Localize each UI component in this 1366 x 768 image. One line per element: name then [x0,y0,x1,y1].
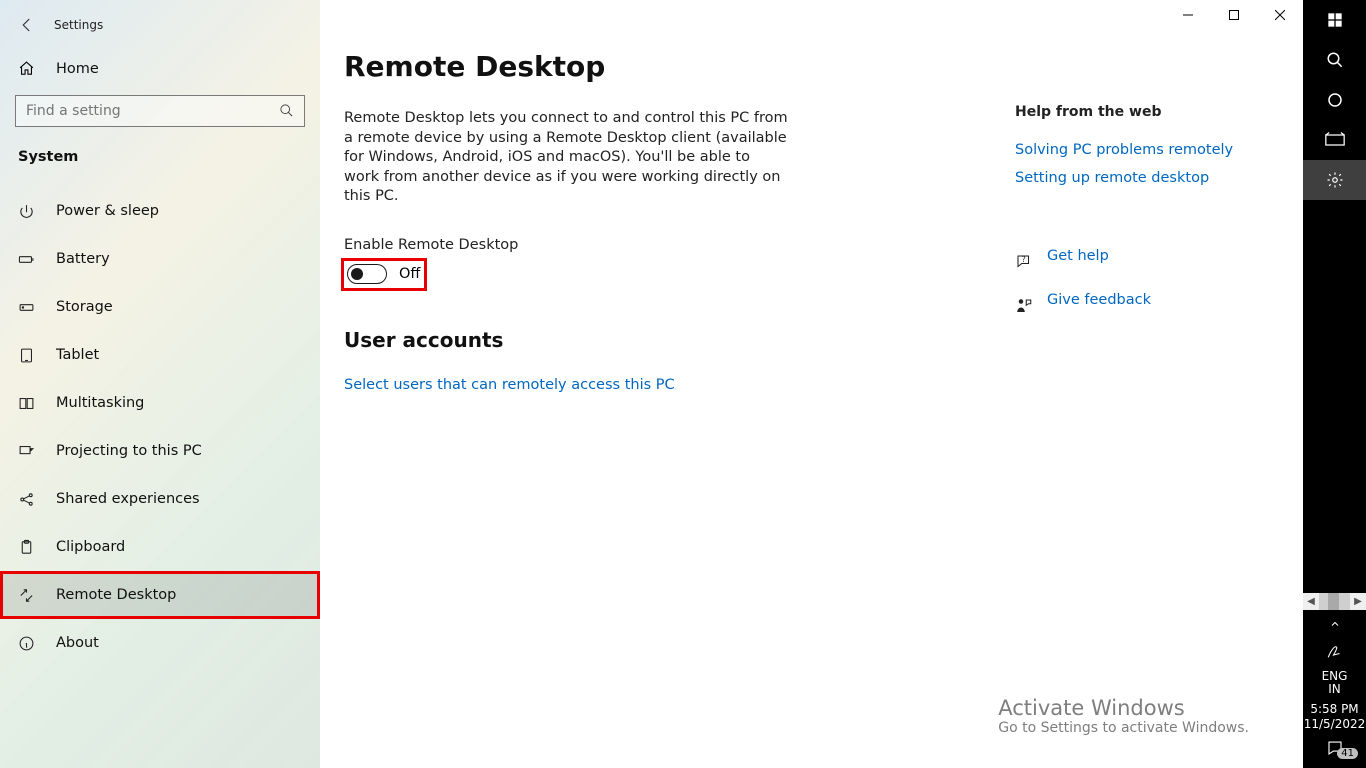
tray-language[interactable]: ENG IN [1303,666,1366,700]
sidebar-nav: Power & sleep Battery Storage Tablet Mul… [0,187,320,667]
storage-icon [18,299,35,316]
enable-toggle-highlight: Off [344,261,424,288]
search-button[interactable] [1303,40,1366,80]
sidebar: Settings Home System Power & sleep Batte… [0,0,320,768]
tablet-icon [18,347,35,364]
scroll-track[interactable] [1319,593,1350,610]
sidebar-item-multitasking[interactable]: Multitasking [0,379,320,427]
multitasking-icon [18,395,35,412]
get-help-icon: ? [1015,253,1033,271]
sidebar-item-label: Battery [56,251,110,267]
scroll-right-icon[interactable]: ▶ [1350,596,1366,607]
help-link-setup[interactable]: Setting up remote desktop [1015,170,1255,186]
window-title: Settings [54,18,103,32]
sidebar-item-tablet[interactable]: Tablet [0,331,320,379]
home-icon [18,60,35,77]
sidebar-item-label: About [56,635,99,651]
minimize-button[interactable] [1165,0,1211,30]
settings-window: Settings Home System Power & sleep Batte… [0,0,1303,768]
sidebar-item-label: Remote Desktop [56,587,176,603]
tray-input-indicator[interactable] [1303,638,1366,666]
sidebar-item-label: Storage [56,299,113,315]
tray-lang-bottom: IN [1303,683,1366,696]
sidebar-category: System [0,149,320,187]
sidebar-item-label: Projecting to this PC [56,443,202,459]
sidebar-item-shared[interactable]: Shared experiences [0,475,320,523]
select-users-link[interactable]: Select users that can remotely access th… [344,377,675,393]
tray-overflow-button[interactable] [1303,610,1366,638]
enable-toggle[interactable] [347,264,387,284]
tray-date: 11/5/2022 [1303,717,1366,732]
start-button[interactable] [1303,0,1366,40]
tray-lang-top: ENG [1303,670,1366,683]
help-heading: Help from the web [1015,104,1255,120]
battery-icon [18,251,35,268]
scroll-left-icon[interactable]: ◀ [1303,596,1319,607]
tray-time: 5:58 PM [1303,702,1366,717]
taskbar: ◀ ▶ ENG IN 5:58 PM 11/5/2022 41 [1303,0,1366,768]
get-help-link[interactable]: Get help [1047,248,1109,264]
notif-badge: 41 [1337,748,1358,759]
maximize-button[interactable] [1211,0,1257,30]
feedback-icon [1015,297,1033,315]
projecting-icon [18,443,35,460]
page-title: Remote Desktop [344,50,1279,83]
tray-notifications[interactable]: 41 [1303,734,1366,762]
main-panel: Remote Desktop Remote Desktop lets you c… [320,0,1303,768]
sidebar-item-battery[interactable]: Battery [0,235,320,283]
shared-icon [18,491,35,508]
cortana-button[interactable] [1303,80,1366,120]
give-feedback-link[interactable]: Give feedback [1047,292,1151,308]
toggle-state-label: Off [399,266,420,282]
scroll-thumb[interactable] [1328,593,1339,610]
sidebar-item-remote-desktop[interactable]: Remote Desktop [0,571,320,619]
sidebar-item-label: Clipboard [56,539,125,555]
sidebar-item-label: Multitasking [56,395,144,411]
search-icon [279,103,294,118]
watermark-title: Activate Windows [998,696,1249,720]
sidebar-home-label: Home [56,61,99,77]
remote-desktop-icon [18,587,35,604]
search-input[interactable] [15,95,305,127]
tray-clock[interactable]: 5:58 PM 11/5/2022 [1303,700,1366,734]
sidebar-home[interactable]: Home [0,42,320,95]
close-button[interactable] [1257,0,1303,30]
sidebar-item-label: Tablet [56,347,99,363]
info-icon [18,635,35,652]
task-view-button[interactable] [1303,120,1366,160]
clipboard-icon [18,539,35,556]
activate-windows-watermark: Activate Windows Go to Settings to activ… [998,696,1249,736]
help-link-solving[interactable]: Solving PC problems remotely [1015,142,1255,158]
sidebar-item-about[interactable]: About [0,619,320,667]
sidebar-item-label: Power & sleep [56,203,159,219]
sidebar-item-projecting[interactable]: Projecting to this PC [0,427,320,475]
sidebar-item-clipboard[interactable]: Clipboard [0,523,320,571]
window-controls [1165,0,1303,30]
page-description: Remote Desktop lets you connect to and c… [344,109,789,207]
power-icon [18,203,35,220]
watermark-subtitle: Go to Settings to activate Windows. [998,720,1249,736]
taskbar-app-settings[interactable] [1303,160,1366,200]
sidebar-item-power-sleep[interactable]: Power & sleep [0,187,320,235]
taskbar-scrollbar[interactable]: ◀ ▶ [1303,593,1366,610]
back-icon[interactable] [18,16,36,34]
sidebar-item-label: Shared experiences [56,491,200,507]
toggle-knob [351,268,363,280]
sidebar-item-storage[interactable]: Storage [0,283,320,331]
help-pane: Help from the web Solving PC problems re… [1015,104,1255,336]
svg-text:?: ? [1022,255,1026,264]
